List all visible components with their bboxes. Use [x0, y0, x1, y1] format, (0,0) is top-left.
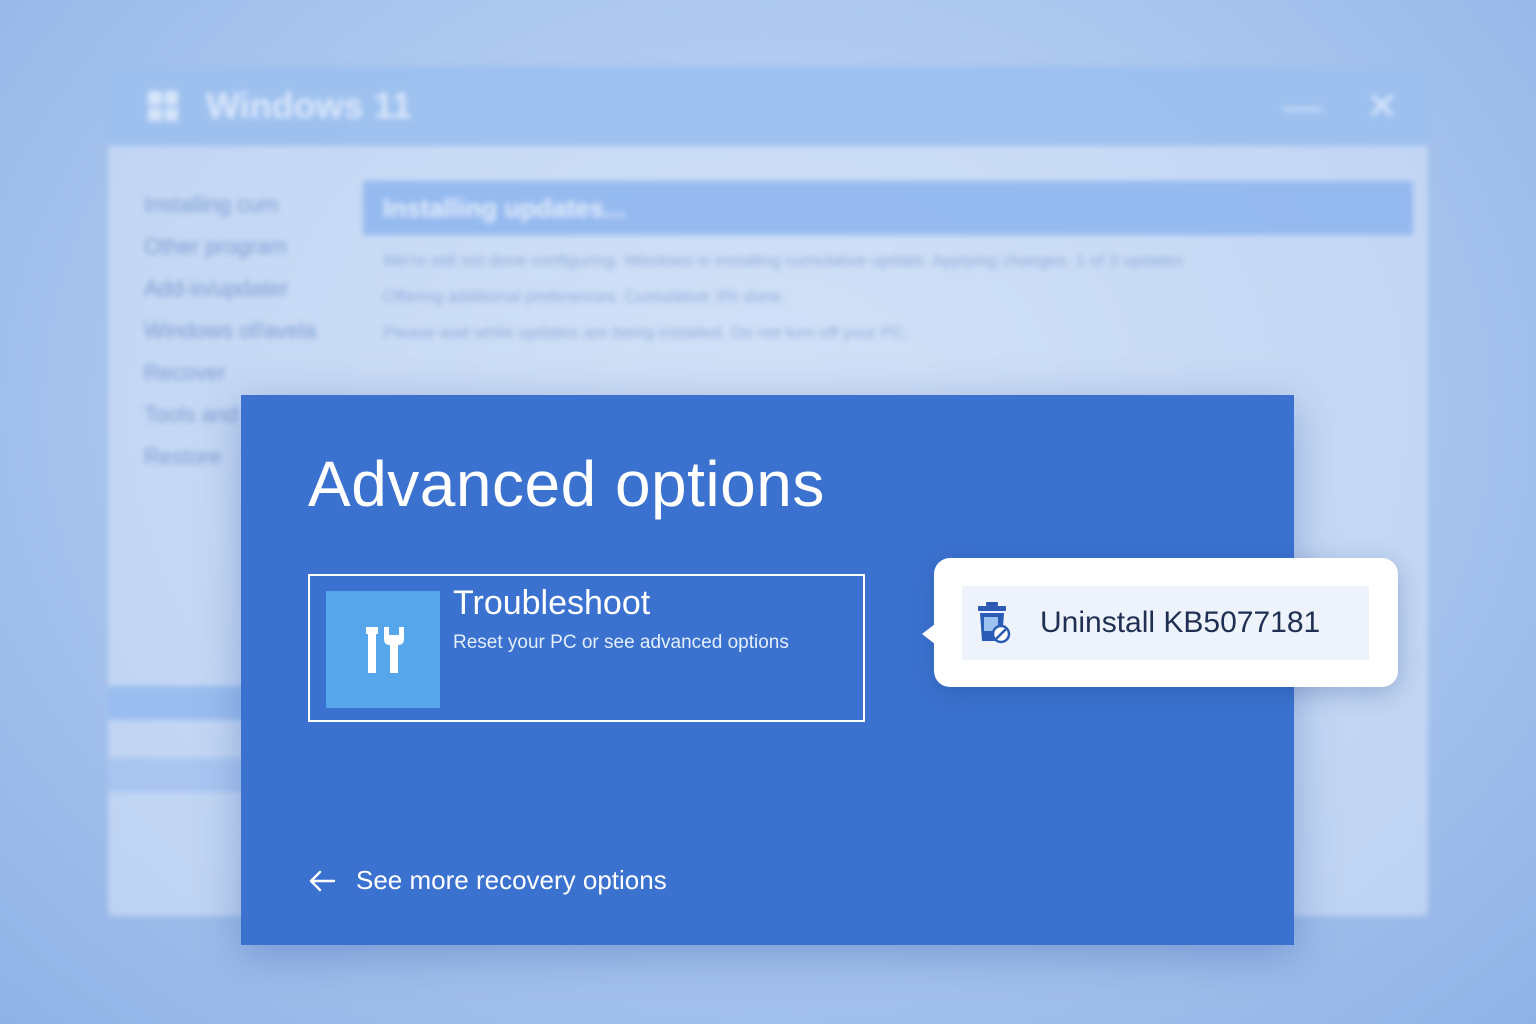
- troubleshoot-title: Troubleshoot: [453, 584, 651, 622]
- background-bar: [108, 758, 248, 792]
- uninstall-callout: Uninstall KB5077181: [922, 558, 1398, 687]
- troubleshoot-option[interactable]: Troubleshoot Reset your PC or see advanc…: [308, 574, 865, 722]
- background-sidebar-item: Other program: [144, 234, 288, 259]
- uninstall-update-icon: [974, 601, 1014, 645]
- background-main: Installing updates... We're still not do…: [363, 181, 1413, 343]
- background-header: Installing updates...: [363, 181, 1413, 235]
- background-sidebar-item: Recover: [144, 360, 226, 385]
- callout-pointer: [922, 624, 935, 644]
- background-text-line: Offering additional preferences. Cumulat…: [383, 287, 787, 306]
- background-window-title: Windows 11: [206, 85, 412, 126]
- background-sidebar-item: Windows of/avela: [144, 318, 317, 343]
- background-sidebar-item: Installing cum: [144, 192, 279, 217]
- uninstall-update-label: Uninstall KB5077181: [1040, 606, 1321, 639]
- see-more-recovery-options-link[interactable]: See more recovery options: [308, 865, 667, 896]
- minimize-icon[interactable]: —: [1284, 86, 1322, 128]
- close-icon[interactable]: ✕: [1366, 86, 1398, 128]
- troubleshoot-description: Reset your PC or see advanced options: [453, 632, 789, 653]
- background-text-line: Please wait while updates are being inst…: [383, 323, 910, 342]
- background-bar: [108, 686, 248, 720]
- background-sidebar-item: Add-in/updater: [144, 276, 289, 301]
- background-title-bar: Windows 11 — ✕: [108, 66, 1428, 146]
- background-text-line: We're still not done configuring. Window…: [383, 251, 1184, 270]
- see-more-recovery-options-label: See more recovery options: [356, 865, 667, 895]
- uninstall-update-button[interactable]: Uninstall KB5077181: [962, 586, 1369, 660]
- windows-logo-icon: [148, 91, 178, 121]
- window-controls: — ✕: [1250, 84, 1398, 129]
- arrow-left-icon: [308, 869, 336, 893]
- tools-icon: [326, 591, 440, 708]
- page-title: Advanced options: [308, 448, 825, 520]
